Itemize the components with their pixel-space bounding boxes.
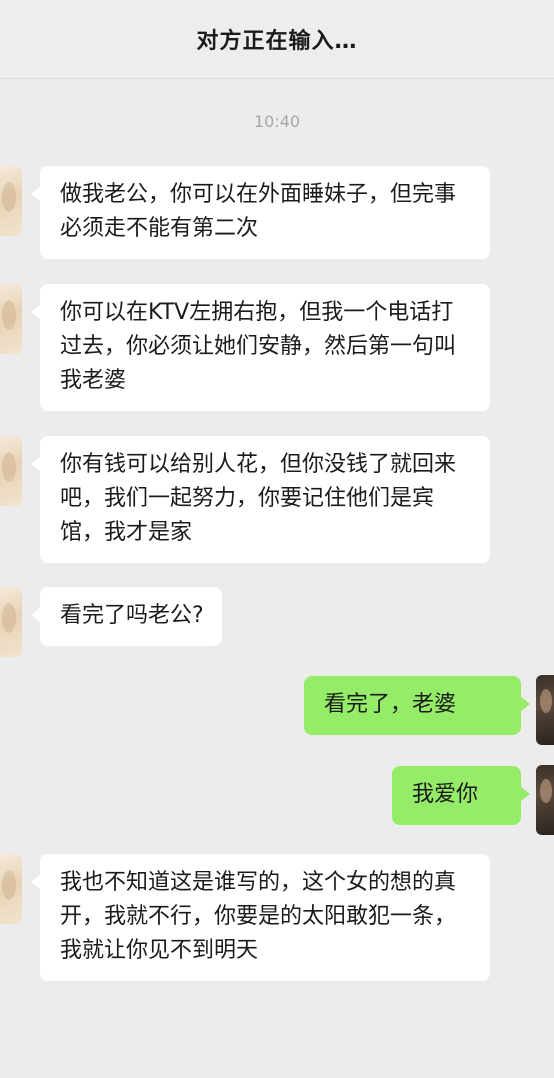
- incoming-message[interactable]: 你可以在KTV左拥右抱，但我一个电话打过去，你必须让她们安静，然后第一句叫我老婆: [31, 284, 490, 411]
- user-avatar[interactable]: [536, 675, 554, 745]
- contact-avatar[interactable]: [0, 587, 22, 657]
- incoming-message[interactable]: 我也不知道这是谁写的，这个女的想的真开，我就不行，你要是的太阳敢犯一条，我就让你…: [31, 854, 490, 981]
- outgoing-message[interactable]: 看完了，老婆: [304, 676, 530, 735]
- typing-status-title: 对方正在输入…: [196, 29, 358, 54]
- incoming-message[interactable]: 看完了吗老公?: [31, 587, 222, 646]
- user-avatar[interactable]: [536, 765, 554, 835]
- header-divider: [0, 78, 554, 79]
- incoming-message[interactable]: 做我老公，你可以在外面睡妹子，但完事必须走不能有第二次: [31, 166, 490, 259]
- chat-header: 对方正在输入…: [0, 0, 554, 78]
- message-timestamp: 10:40: [253, 112, 301, 131]
- contact-avatar[interactable]: [0, 436, 22, 506]
- contact-avatar[interactable]: [0, 166, 22, 236]
- contact-avatar[interactable]: [0, 284, 22, 354]
- contact-avatar[interactable]: [0, 854, 22, 924]
- incoming-message[interactable]: 你有钱可以给别人花，但你没钱了就回来吧，我们一起努力，你要记住他们是宾馆，我才是…: [31, 436, 490, 563]
- outgoing-message[interactable]: 我爱你: [392, 766, 530, 825]
